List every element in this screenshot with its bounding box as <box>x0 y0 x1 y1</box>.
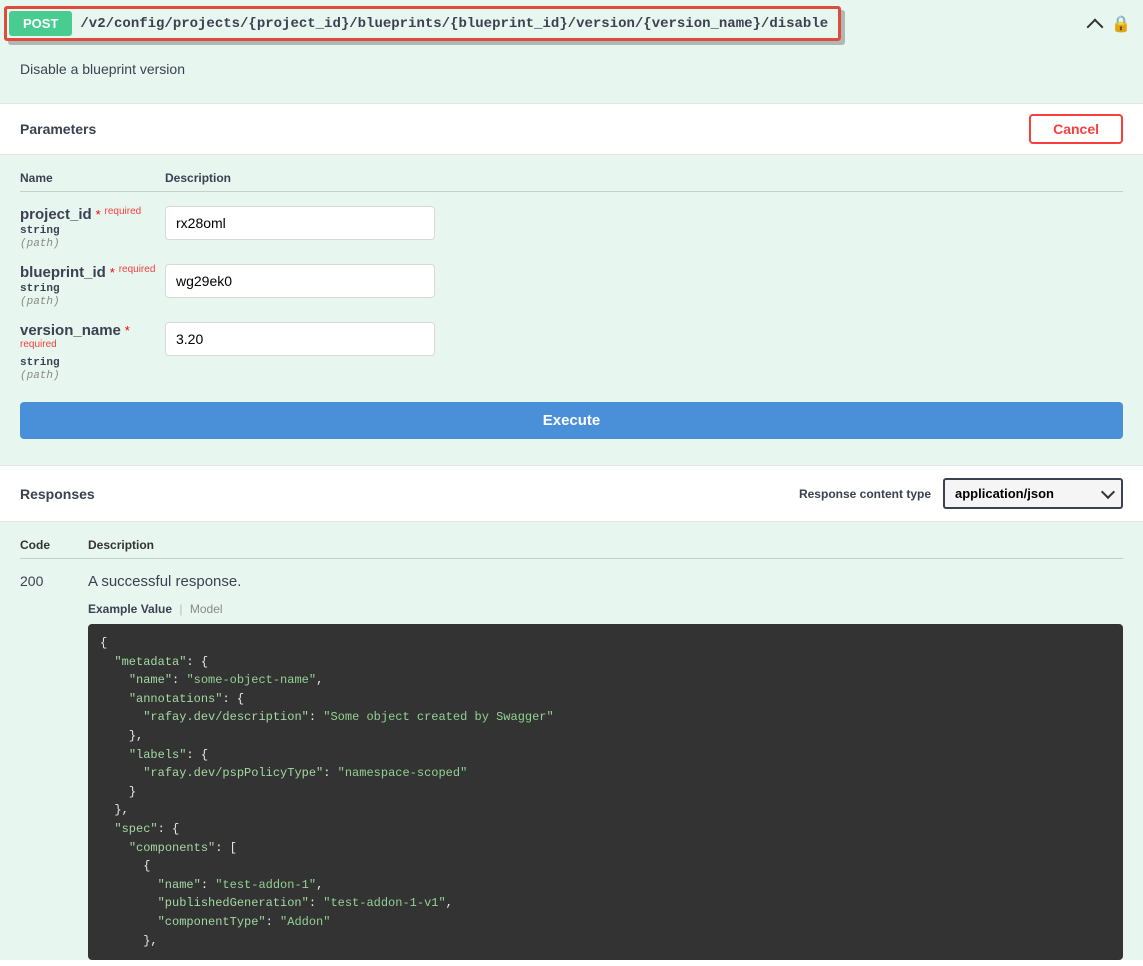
param-name: version_name <box>20 322 121 339</box>
parameters-heading: Parameters <box>20 121 96 137</box>
param-name: blueprint_id <box>20 264 106 281</box>
parameters-table-header: Name Description <box>20 171 1123 192</box>
param-in: (path) <box>20 370 165 382</box>
example-code-block: { "metadata": { "name": "some-object-nam… <box>88 624 1123 960</box>
response-description: A successful response. <box>88 573 1123 590</box>
required-star-icon: * <box>96 207 101 222</box>
endpoint-header[interactable]: POST /v2/config/projects/{project_id}/bl… <box>0 0 1143 47</box>
responses-table-header: Code Description <box>20 538 1123 559</box>
response-code: 200 <box>20 573 88 589</box>
responses-heading-row: Responses Response content type applicat… <box>0 465 1143 522</box>
response-content-type-select-wrap: application/json <box>943 478 1123 509</box>
param-type: string <box>20 283 165 295</box>
param-row: project_id * required string (path) <box>20 206 1123 250</box>
responses-header-description: Description <box>88 538 1123 552</box>
responses-heading: Responses <box>20 486 95 502</box>
required-star-icon: * <box>110 265 115 280</box>
required-label: required <box>20 339 57 350</box>
tab-separator: | <box>179 602 182 616</box>
param-header-name: Name <box>20 171 165 185</box>
lock-icon[interactable]: 🔒 <box>1111 14 1131 34</box>
blueprint-id-input[interactable] <box>165 264 435 298</box>
param-name: project_id <box>20 206 92 223</box>
response-content-type-label: Response content type <box>799 487 931 501</box>
endpoint-highlight: POST /v2/config/projects/{project_id}/bl… <box>4 6 841 41</box>
param-in: (path) <box>20 296 165 308</box>
param-row: blueprint_id * required string (path) <box>20 264 1123 308</box>
execute-button[interactable]: Execute <box>20 402 1123 439</box>
parameters-area: Name Description project_id * required s… <box>0 155 1143 465</box>
example-tabs: Example Value | Model <box>88 602 1123 616</box>
responses-body: Code Description 200 A successful respon… <box>0 522 1143 960</box>
chevron-up-icon[interactable] <box>1087 18 1104 35</box>
param-row: version_name * required string (path) <box>20 322 1123 382</box>
responses-header-code: Code <box>20 538 88 552</box>
required-label: required <box>105 206 142 217</box>
required-star-icon: * <box>125 323 130 338</box>
endpoint-summary: Disable a blueprint version <box>0 47 1143 103</box>
endpoint-path: /v2/config/projects/{project_id}/bluepri… <box>74 10 838 38</box>
param-header-description: Description <box>165 171 1123 185</box>
required-label: required <box>119 264 156 275</box>
http-method-badge: POST <box>9 11 72 36</box>
param-type: string <box>20 357 165 369</box>
project-id-input[interactable] <box>165 206 435 240</box>
param-in: (path) <box>20 238 165 250</box>
parameters-heading-row: Parameters Cancel <box>0 103 1143 155</box>
response-row: 200 A successful response. Example Value… <box>20 573 1123 960</box>
cancel-button[interactable]: Cancel <box>1029 114 1123 144</box>
version-name-input[interactable] <box>165 322 435 356</box>
param-type: string <box>20 225 165 237</box>
tab-model[interactable]: Model <box>190 602 223 616</box>
tab-example-value[interactable]: Example Value <box>88 602 172 616</box>
response-content-type-select[interactable]: application/json <box>943 478 1123 509</box>
